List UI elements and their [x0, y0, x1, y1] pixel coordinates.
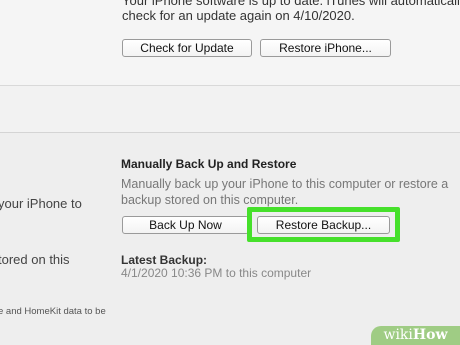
- watermark-prefix: wiki: [383, 327, 413, 343]
- restore-iphone-button[interactable]: Restore iPhone...: [260, 39, 391, 57]
- wikihow-watermark: wikiHow: [371, 326, 460, 345]
- automatic-backup-text-3: e and HomeKit data to be: [0, 306, 106, 317]
- section-spacer: [0, 86, 460, 132]
- software-update-section: Your iPhone software is up to date. iTun…: [0, 0, 460, 85]
- restore-backup-button[interactable]: Restore Backup...: [257, 216, 390, 234]
- manual-backup-heading: Manually Back Up and Restore: [121, 157, 297, 171]
- back-up-now-button[interactable]: Back Up Now: [122, 216, 249, 234]
- manual-backup-description-2: backup stored on this computer.: [121, 193, 299, 207]
- manual-backup-description-1: Manually back up your iPhone to this com…: [121, 177, 449, 191]
- automatic-backup-text-2: tored on this: [0, 252, 70, 267]
- latest-backup-label: Latest Backup:: [121, 253, 208, 267]
- update-status-line-1: Your iPhone software is up to date. iTun…: [122, 0, 460, 8]
- latest-backup-value: 4/1/2020 10:36 PM to this computer: [121, 266, 312, 280]
- watermark-suffix: How: [412, 327, 448, 343]
- update-status-line-2: check for an update again on 4/10/2020.: [122, 8, 355, 23]
- check-for-update-button[interactable]: Check for Update: [122, 39, 252, 57]
- automatic-backup-text-1: your iPhone to: [0, 196, 82, 211]
